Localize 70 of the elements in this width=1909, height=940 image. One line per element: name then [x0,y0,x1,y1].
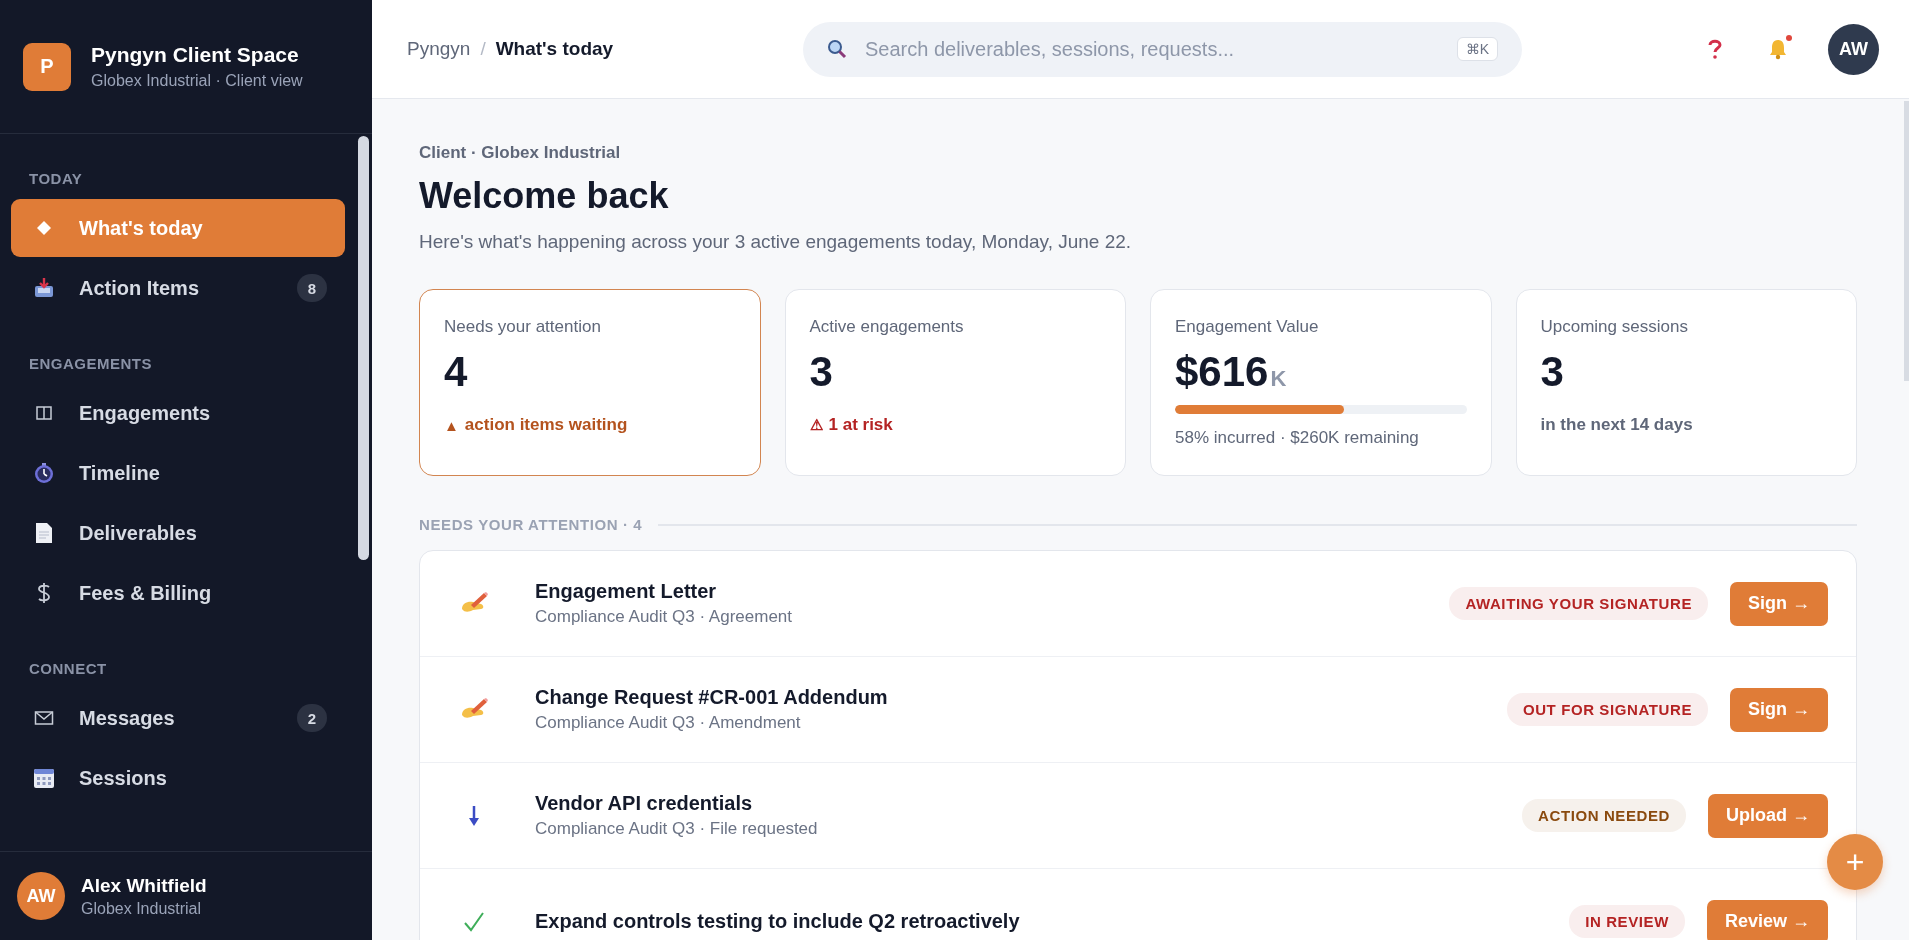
stat-note: in the next 14 days [1540,415,1693,436]
dollar-icon [37,582,51,604]
diamond-icon [36,220,52,236]
breadcrumb-item: What's today [495,38,614,60]
nav-section-label: ENGAGEMENTS [28,354,153,374]
item-subtitle: Compliance Audit Q3 · Agreement [535,607,794,627]
item-title[interactable]: Change Request #CR-001 Addendum [535,686,1507,709]
breadcrumb-item[interactable]: Pyngyn [407,38,471,60]
stat-value: 3 [809,349,834,396]
search-field[interactable]: Search deliverables, sessions, requests... ⌘K [803,21,1522,77]
user-name: Alex Whitfield [81,874,207,897]
user-avatar: AW [17,872,65,920]
nav-item[interactable]: Timeline [11,444,345,502]
checkmark-icon [463,910,485,933]
nav-item[interactable]: Messages 2 [11,689,345,747]
section-heading: NEEDS YOUR ATTENTION · 4 [419,516,643,533]
nav-section-label: TODAY [28,169,84,189]
brand-logo: P [23,42,71,91]
brand-subtitle: Globex Industrial · Client view [91,72,303,90]
item-title[interactable]: Vendor API credentials [535,792,1522,815]
nav-item[interactable]: Fees & Billing [11,564,345,622]
search-icon [827,39,847,59]
page-subtitle: Here's what's happening across your 3 active engagements today, Monday, June 22. [419,231,1133,253]
scrollbar-track[interactable] [1904,101,1909,381]
down-arrow-icon [468,803,480,828]
stat-label: Upcoming sessions [1540,317,1689,337]
shortcut-hint: ⌘K [1456,37,1498,61]
stat-unit: K [1270,366,1287,392]
stopwatch-icon [33,462,55,484]
stat-label: Engagement Value [1175,317,1320,337]
status-badge: AWAITING YOUR SIGNATURE [1449,587,1708,620]
bell-icon[interactable] [1768,38,1788,60]
stat-value: $616 [1175,349,1269,396]
warning-icon: ⚠ [809,416,823,435]
warning-icon: ▲ [444,416,459,434]
status-badge: ACTION NEEDED [1522,799,1686,832]
nav-item[interactable]: Action Items 8 [11,259,345,317]
status-badge: IN REVIEW [1569,905,1685,938]
scrollbar-thumb[interactable] [358,136,369,560]
calendar-icon [33,767,55,789]
item-title[interactable]: Expand controls testing to include Q2 retroactively [535,910,1570,933]
item-subtitle: Compliance Audit Q3 · File requested [535,819,819,839]
help-icon[interactable] [1708,39,1722,59]
inbox-tray-icon [33,277,55,299]
stat-label: Active engagements [809,317,965,337]
count-badge: 8 [297,274,327,302]
breadcrumb-separator: / [480,38,486,60]
nav-item[interactable]: Deliverables [11,504,345,562]
count-badge: 2 [297,704,327,732]
search-input[interactable]: Search deliverables, sessions, requests... [863,36,1441,62]
stat-value: 3 [1540,349,1565,396]
page-title: Welcome back [419,175,670,217]
user-organization: Globex Industrial [81,899,203,918]
nav-item[interactable]: Sessions [11,749,345,807]
stat-value: 4 [444,349,469,396]
nav-item[interactable]: Engagements [11,384,345,442]
brand-title: Pyngyn Client Space [91,43,300,67]
page-eyebrow: Client · Globex Industrial [419,143,622,163]
nav-section-label: CONNECT [28,659,108,679]
envelope-icon [34,710,54,726]
item-subtitle: Compliance Audit Q3 · Amendment [535,713,802,733]
status-badge: OUT FOR SIGNATURE [1506,693,1708,726]
item-title[interactable]: Engagement Letter [535,580,1450,603]
user-avatar[interactable]: AW [1828,23,1879,75]
stat-note: 58% incurred · $260K remaining [1175,428,1420,449]
stat-label: Needs your attention [444,317,602,337]
stat-note: 1 at risk [828,415,893,436]
columns-icon [35,404,53,422]
stat-note: action items waiting [464,415,628,436]
document-icon [35,522,53,544]
